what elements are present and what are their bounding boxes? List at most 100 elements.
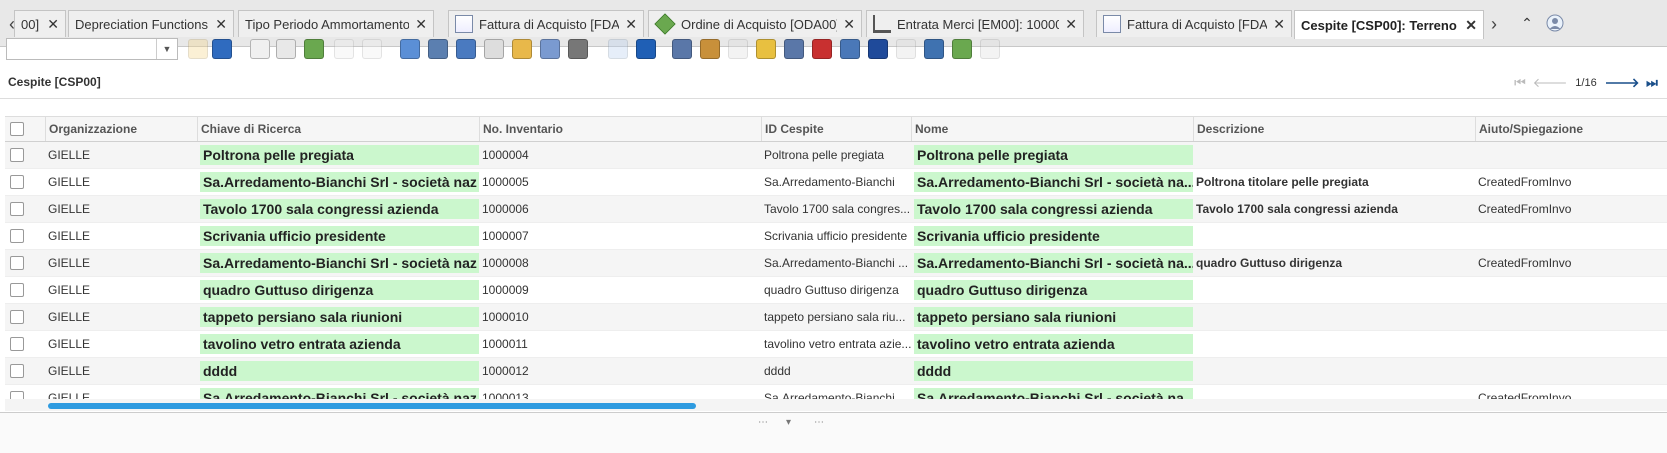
splitter-grip-icon[interactable]: ⋯ — [814, 417, 824, 428]
table-cell-name[interactable]: Sa.Arredamento-Bianchi Srl - società na.… — [911, 385, 1193, 399]
table-row[interactable]: GIELLE Sa.Arredamento-Bianchi Srl - socie… — [5, 250, 1667, 277]
form-toggle-icon[interactable] — [568, 39, 588, 59]
note-icon[interactable] — [512, 39, 532, 59]
parent-record-icon[interactable] — [608, 39, 628, 59]
archive-icon[interactable] — [700, 39, 720, 59]
table-cell-inv[interactable]: 1000006 — [479, 196, 761, 222]
table-cell-name[interactable]: Scrivania ufficio presidente — [911, 223, 1193, 249]
table-cell-desc[interactable]: Poltrona titolare pelle pregiata — [1193, 169, 1475, 195]
table-cell-key[interactable]: Sa.Arredamento-Bianchi Srl - società naz — [197, 385, 479, 399]
table-cell-help[interactable] — [1475, 304, 1667, 330]
column-header[interactable]: Organizzazione — [45, 117, 197, 141]
request-icon[interactable] — [840, 39, 860, 59]
window-tab[interactable]: Depreciation Functions: fa ✕ — [68, 10, 234, 37]
table-cell-inv[interactable]: 1000004 — [479, 142, 761, 168]
table-cell-id[interactable]: Sa.Arredamento-Bianchi ... — [761, 250, 911, 276]
horizontal-scrollbar-thumb[interactable] — [48, 403, 696, 409]
close-tab-icon[interactable]: ✕ — [215, 16, 227, 33]
table-row[interactable]: GIELLE Sa.Arredamento-Bianchi Srl - socie… — [5, 169, 1667, 196]
table-cell-inv[interactable]: 1000007 — [479, 223, 761, 249]
tab-scroll-right-button[interactable]: › — [1486, 10, 1502, 38]
delete-record-icon[interactable] — [304, 39, 324, 59]
close-tab-icon[interactable]: ✕ — [1465, 17, 1477, 34]
export-icon[interactable] — [924, 39, 944, 59]
save-icon[interactable] — [334, 39, 354, 59]
first-record-icon[interactable]: ⏮ — [1505, 75, 1535, 91]
report-icon[interactable] — [672, 39, 692, 59]
table-cell-org[interactable]: GIELLE — [45, 277, 197, 303]
close-tab-icon[interactable]: ✕ — [1273, 16, 1285, 33]
table-cell-org[interactable]: GIELLE — [45, 169, 197, 195]
column-header[interactable]: Nome — [911, 117, 1193, 141]
table-cell-help[interactable]: CreatedFromInvo — [1475, 196, 1667, 222]
table-cell-desc[interactable] — [1193, 358, 1475, 384]
window-tab[interactable]: Tipo Periodo Ammortamento[T... ✕ — [238, 10, 434, 37]
grid-toggle-icon[interactable] — [540, 39, 560, 59]
table-cell-name[interactable]: Sa.Arredamento-Bianchi Srl - società na.… — [911, 169, 1193, 195]
table-row[interactable]: GIELLE tavolino vetro entrata azienda 1000… — [5, 331, 1667, 358]
row-checkbox[interactable] — [10, 310, 24, 324]
table-cell-name[interactable]: Sa.Arredamento-Bianchi Srl - società na.… — [911, 250, 1193, 276]
table-cell-inv[interactable]: 1000005 — [479, 169, 761, 195]
column-header[interactable]: Aiuto/Spiegazione — [1475, 117, 1667, 141]
table-cell-name[interactable]: tavolino vetro entrata azienda — [911, 331, 1193, 357]
window-tab[interactable]: Entrata Merci [EM00]: 1000050 ✕ — [866, 10, 1084, 37]
column-header[interactable]: ID Cespite — [761, 117, 911, 141]
table-cell-id[interactable]: Sa.Arredamento-Bianchi — [761, 169, 911, 195]
close-tab-icon[interactable]: ✕ — [415, 16, 427, 33]
window-tab[interactable]: Fattura di Acquisto [FDA00]... ✕ — [448, 10, 644, 37]
table-cell-desc[interactable] — [1193, 385, 1475, 399]
column-header[interactable]: No. Inventario — [479, 117, 761, 141]
last-record-icon[interactable]: ⏭ — [1637, 75, 1667, 91]
table-cell-id[interactable]: tavolino vetro entrata azie... — [761, 331, 911, 357]
table-cell-id[interactable]: dddd — [761, 358, 911, 384]
table-cell-key[interactable]: Scrivania ufficio presidente — [197, 223, 479, 249]
print-icon[interactable] — [728, 39, 748, 59]
table-row[interactable]: GIELLE quadro Guttuso dirigenza 1000009 qua… — [5, 277, 1667, 304]
table-cell-desc[interactable] — [1193, 142, 1475, 168]
table-cell-org[interactable]: GIELLE — [45, 196, 197, 222]
table-cell-help[interactable] — [1475, 358, 1667, 384]
post-it-icon[interactable] — [980, 39, 1000, 59]
column-header[interactable]: Chiave di Ricerca — [197, 117, 479, 141]
table-cell-help[interactable]: CreatedFromInvo — [1475, 250, 1667, 276]
table-cell-id[interactable]: Scrivania ufficio presidente — [761, 223, 911, 249]
table-cell-org[interactable]: GIELLE — [45, 250, 197, 276]
table-cell-org[interactable]: GIELLE — [45, 331, 197, 357]
table-cell-key[interactable]: Poltrona pelle pregiata — [197, 142, 479, 168]
table-cell-key[interactable]: quadro Guttuso dirigenza — [197, 277, 479, 303]
zoom-across-icon[interactable] — [784, 39, 804, 59]
close-tab-icon[interactable]: ✕ — [843, 16, 855, 33]
splitter-grip-icon[interactable]: ⋯ — [758, 417, 768, 428]
row-checkbox[interactable] — [10, 256, 24, 270]
table-cell-key[interactable]: dddd — [197, 358, 479, 384]
table-cell-help[interactable]: CreatedFromInvo — [1475, 169, 1667, 195]
user-menu-button[interactable] — [1544, 12, 1566, 34]
new-record-icon[interactable] — [250, 39, 270, 59]
column-header[interactable]: Descrizione — [1193, 117, 1475, 141]
attachment-icon[interactable] — [456, 39, 476, 59]
table-cell-desc[interactable]: Tavolo 1700 sala congressi azienda — [1193, 196, 1475, 222]
table-cell-id[interactable]: Sa.Arredamento-Bianchi ... — [761, 385, 911, 399]
table-cell-org[interactable]: GIELLE — [45, 223, 197, 249]
previous-record-icon[interactable]: 🡐 — [1533, 75, 1568, 91]
copy-record-icon[interactable] — [276, 39, 296, 59]
table-cell-id[interactable]: quadro Guttuso dirigenza — [761, 277, 911, 303]
table-cell-name[interactable]: Tavolo 1700 sala congressi azienda — [911, 196, 1193, 222]
search-combobox[interactable]: ▼ — [6, 38, 178, 60]
table-cell-org[interactable]: GIELLE — [45, 385, 197, 399]
table-cell-help[interactable] — [1475, 277, 1667, 303]
row-checkbox[interactable] — [10, 229, 24, 243]
window-tab[interactable]: Ordine di Acquisto [ODA00]:... ✕ — [648, 10, 862, 37]
table-row[interactable]: GIELLE Sa.Arredamento-Bianchi Srl - socie… — [5, 385, 1667, 399]
row-checkbox[interactable] — [10, 202, 24, 216]
collapse-header-button[interactable]: ⌃ — [1516, 12, 1538, 34]
table-cell-inv[interactable]: 1000009 — [479, 277, 761, 303]
row-checkbox[interactable] — [10, 364, 24, 378]
close-tab-icon[interactable]: ✕ — [625, 16, 637, 33]
row-checkbox[interactable] — [10, 391, 24, 399]
table-cell-inv[interactable]: 1000013 — [479, 385, 761, 399]
chevron-down-icon[interactable]: ▼ — [156, 39, 177, 59]
table-cell-key[interactable]: tavolino vetro entrata azienda — [197, 331, 479, 357]
table-cell-name[interactable]: quadro Guttuso dirigenza — [911, 277, 1193, 303]
